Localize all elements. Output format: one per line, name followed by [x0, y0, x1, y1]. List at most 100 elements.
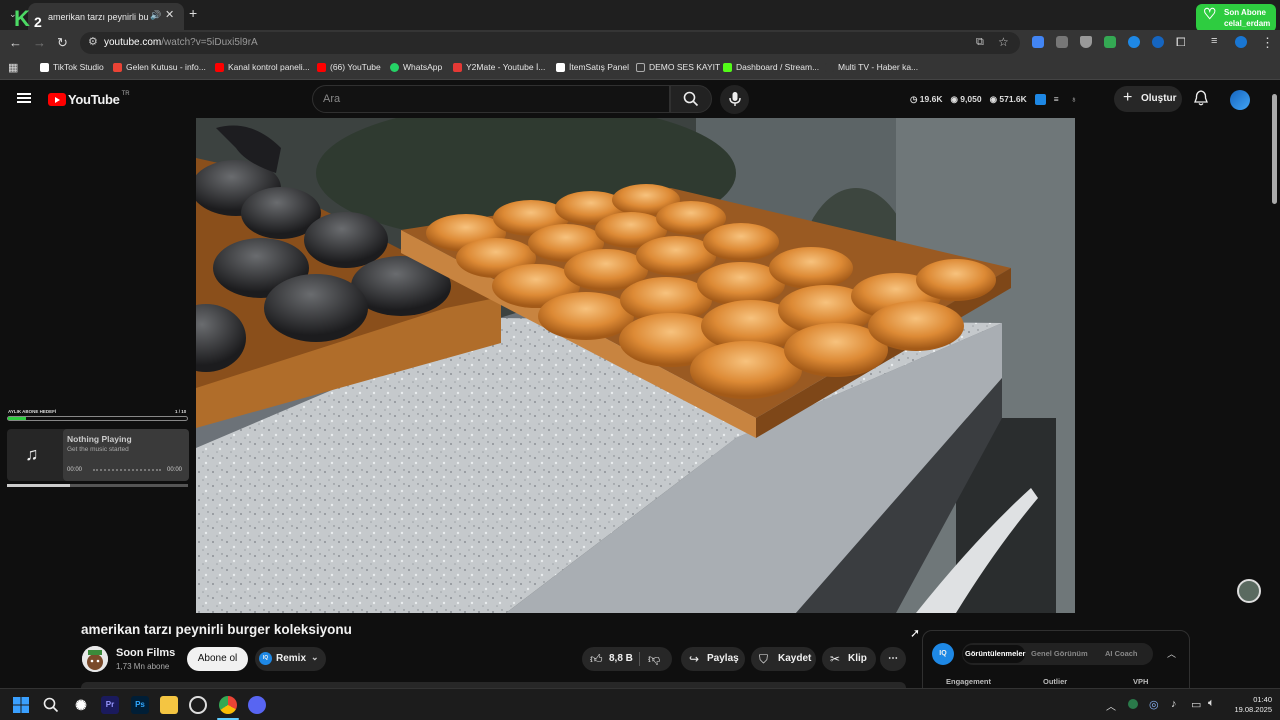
stat-value: 19.6K: [919, 94, 943, 104]
tray-chevron-up-icon[interactable]: ︿: [1106, 698, 1116, 713]
chevron-up-icon[interactable]: ︿: [1167, 647, 1176, 660]
apps-grid-icon[interactable]: ▦: [8, 61, 18, 74]
media-control-icon[interactable]: ≡: [1211, 35, 1217, 47]
account-avatar[interactable]: [1230, 90, 1250, 110]
page-scrollbar[interactable]: [1270, 82, 1278, 688]
bookmark-item[interactable]: İtemSatış Panel: [556, 62, 629, 72]
system-clock[interactable]: 01:40 19.08.2025: [1228, 695, 1272, 715]
scrollbar-thumb[interactable]: [1272, 94, 1277, 204]
forward-arrow-icon[interactable]: →: [33, 35, 46, 50]
install-app-icon[interactable]: ⧉: [976, 36, 984, 49]
tab-audio-icon[interactable]: 🔊: [150, 10, 161, 21]
steam-icon[interactable]: ◎: [1149, 698, 1159, 711]
channel-avatar[interactable]: [82, 646, 108, 672]
bookmark-star-icon[interactable]: ☆: [998, 35, 1009, 49]
plus-icon: +: [1123, 89, 1133, 106]
search-button[interactable]: [670, 85, 712, 113]
translate-extension-icon[interactable]: [1032, 36, 1044, 48]
clip-button[interactable]: ✂ Klip: [822, 647, 876, 671]
list-icon[interactable]: ≡: [1054, 94, 1059, 105]
video-player[interactable]: [196, 118, 1075, 613]
bookmark-item[interactable]: Dashboard / Stream...: [723, 62, 819, 72]
tab-ai-coach[interactable]: AI Coach: [1105, 649, 1138, 658]
music-subtitle: Get the music started: [67, 446, 129, 453]
bookmark-label: Y2Mate - Youtube İ...: [466, 62, 546, 72]
blue-extension-icon[interactable]: [1128, 36, 1140, 48]
tab-goruntulenmeler[interactable]: Görüntülenmeler: [965, 649, 1025, 658]
iq-logo-icon[interactable]: [1034, 94, 1046, 105]
chevron-down-icon[interactable]: ⌄: [311, 652, 319, 663]
search-icon[interactable]: [43, 697, 59, 713]
stat-item: ◉ 571.6K: [990, 94, 1027, 105]
music-info-panel: Nothing Playing Get the music started 00…: [63, 429, 189, 481]
profile-avatar-icon[interactable]: [1235, 36, 1247, 48]
bookmark-label: Gelen Kutusu - info...: [126, 62, 206, 72]
green-extension-icon[interactable]: [1104, 36, 1116, 48]
bookmark-label: WhatsApp: [403, 62, 443, 72]
display-icon[interactable]: ▭: [1191, 698, 1201, 711]
iq-column-engagement: Engagement: [946, 677, 992, 686]
channel-stats: ◷ 19.6K ◉ 9,050 ◉ 571.6K ≡ ♁: [910, 94, 1077, 105]
bookmark-item[interactable]: Gelen Kutusu - info...: [113, 62, 206, 72]
browser-tab[interactable]: amerikan tarzı peynirli burger koleksiyo…: [28, 3, 184, 30]
volume-icon[interactable]: 🔈︎: [1208, 697, 1215, 710]
music-time-end: 00:00: [167, 467, 183, 473]
like-count[interactable]: 8,8 B: [609, 647, 633, 671]
tray-app-icon[interactable]: [1128, 699, 1138, 709]
voice-search-button[interactable]: [720, 85, 749, 114]
windows-start-icon[interactable]: [13, 697, 29, 713]
bookmark-item[interactable]: Kanal kontrol paneli...: [215, 62, 310, 72]
bookmark-item[interactable]: (66) YouTube: [317, 62, 381, 72]
floating-avatar[interactable]: [1237, 579, 1261, 603]
search-input[interactable]: [323, 93, 623, 105]
subscriber-goal-count: 1 / 10: [175, 409, 187, 414]
subscribe-button[interactable]: Abone ol: [187, 647, 248, 671]
reload-icon[interactable]: ↻: [57, 35, 68, 51]
bookmark-item[interactable]: DEMO SES KAYIT: [636, 62, 720, 72]
shield-extension-icon[interactable]: [1080, 36, 1092, 48]
tab-genel-gorunum[interactable]: Genel Görünüm: [1031, 649, 1088, 658]
site-settings-icon[interactable]: ⚙: [88, 35, 98, 48]
tab-close-icon[interactable]: ✕: [165, 8, 174, 21]
award-icon[interactable]: ♁: [1071, 94, 1077, 105]
chrome-icon[interactable]: [219, 696, 237, 714]
share-button[interactable]: ↪ Paylaş: [681, 647, 745, 671]
address-bar[interactable]: ⚙ youtube.com/watch?v=5iDuxi5l9rA ⧉ ☆: [80, 32, 1020, 54]
extensions-puzzle-icon[interactable]: ⧠: [1176, 35, 1186, 50]
chatgpt-icon[interactable]: ✺: [72, 696, 90, 714]
iq-extension-icon[interactable]: [1152, 36, 1164, 48]
premiere-pro-icon[interactable]: Pr: [101, 696, 119, 714]
new-tab-icon[interactable]: +: [189, 5, 197, 21]
more-actions-button[interactable]: ⋯: [880, 647, 906, 671]
clock-icon: ◷: [910, 94, 918, 104]
bookmark-item[interactable]: Y2Mate - Youtube İ...: [453, 62, 545, 72]
extension-window-icon[interactable]: [1056, 36, 1068, 48]
browser-menu-icon[interactable]: ⋮: [1261, 35, 1274, 51]
save-label: Kaydet: [778, 653, 812, 664]
mouse-cursor-icon: ➚: [910, 626, 921, 640]
bookmark-item[interactable]: TikTok Studio: [40, 62, 104, 72]
bookmark-item[interactable]: WhatsApp: [390, 62, 442, 72]
channel-avatar-image: [82, 646, 108, 672]
bookmark-item[interactable]: Multi TV - Haber ka...: [825, 62, 918, 72]
dislike-thumb-icon[interactable]: 👎︎: [648, 647, 660, 671]
app-circle-icon[interactable]: [189, 696, 207, 714]
music-note-icon: ♫: [25, 444, 39, 464]
youtube-logo[interactable]: YouTube TR: [48, 91, 130, 107]
eye-icon: ◉: [950, 94, 958, 104]
remix-button[interactable]: IQ Remix ⌄: [255, 647, 326, 671]
notifications-bell-icon[interactable]: [1194, 90, 1208, 106]
like-thumb-icon[interactable]: 👍︎: [590, 647, 603, 671]
save-button[interactable]: ⛉ Kaydet: [751, 647, 816, 671]
file-explorer-icon[interactable]: [160, 696, 178, 714]
hamburger-menu-icon[interactable]: [17, 93, 31, 103]
iq-badge-icon: IQ: [259, 652, 272, 665]
share-arrow-icon: ↪: [689, 652, 700, 666]
photoshop-icon[interactable]: Ps: [131, 696, 149, 714]
discord-icon[interactable]: [248, 696, 266, 714]
channel-name[interactable]: Soon Films: [116, 647, 175, 659]
back-arrow-icon[interactable]: ←: [9, 35, 22, 50]
browser-tab-strip: ⌄ amerikan tarzı peynirli burger koleksi…: [0, 0, 1280, 32]
microphone-icon[interactable]: ♪: [1171, 698, 1177, 710]
create-button[interactable]: + Oluştur: [1114, 86, 1182, 112]
